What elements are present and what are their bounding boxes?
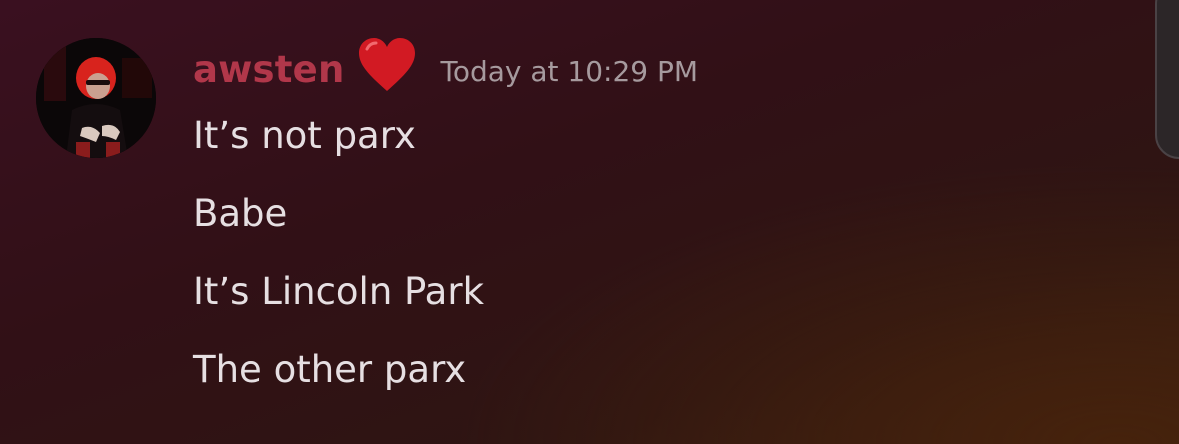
chat-message-group: awsten Today at 10:29 PM It’s not parx B…: [0, 0, 1179, 444]
message-line: Babe: [193, 192, 288, 235]
message-content: It’s not parx Babe It’s Lincoln Park The…: [193, 110, 484, 422]
message-timestamp: Today at 10:29 PM: [440, 54, 699, 88]
avatar[interactable]: [36, 38, 156, 158]
message-line: It’s not parx: [193, 114, 416, 157]
red-heart-icon: [357, 37, 417, 93]
scroll-handle[interactable]: [1155, 0, 1179, 159]
message-line: The other parx: [193, 348, 467, 391]
message-line: It’s Lincoln Park: [193, 270, 484, 313]
message-header: awsten Today at 10:29 PM: [193, 38, 698, 100]
username[interactable]: awsten: [193, 48, 345, 91]
avatar-photo: [36, 38, 156, 158]
